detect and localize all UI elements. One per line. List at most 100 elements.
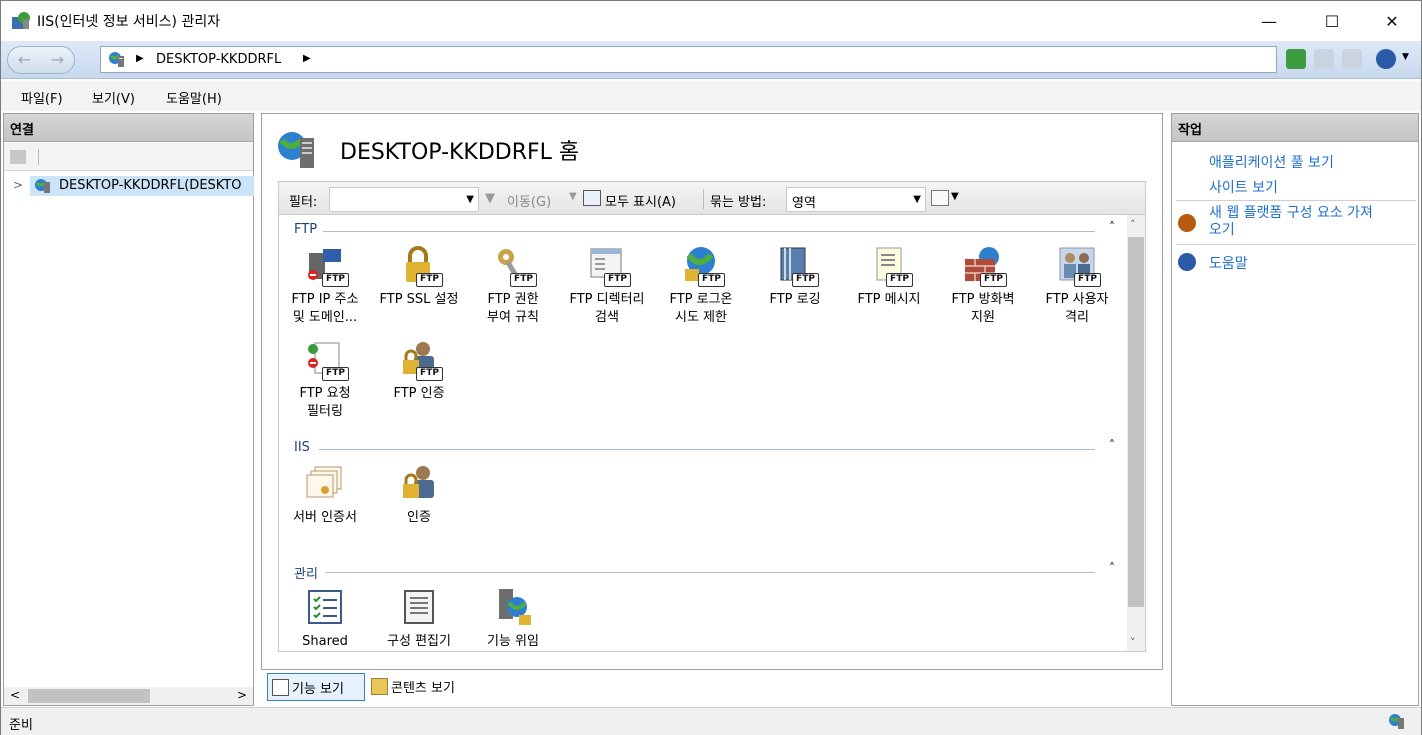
feature-authentication[interactable]: 인증 — [373, 463, 465, 527]
feature-ftp-firewall-support[interactable]: FTP FTP 방화벽 지원 — [937, 245, 1029, 327]
filter-divider — [703, 189, 704, 209]
ftp-authentication-icon: FTP — [399, 339, 443, 381]
title-bar: IIS(인터넷 정보 서비스) 관리자 — ☐ ✕ — [1, 1, 1421, 41]
ftp-firewall-icon: FTP — [963, 245, 1007, 287]
help-link[interactable]: 도움말 — [1209, 253, 1248, 273]
forward-button[interactable]: → — [41, 47, 74, 73]
menu-help[interactable]: 도움말(H) — [166, 88, 222, 107]
feature-ftp-user-isolation[interactable]: FTP FTP 사용자 격리 — [1031, 245, 1123, 327]
feature-label: FTP 메시지 — [857, 292, 921, 307]
connections-panel: 연결 > DESKTOP-KKDDRFL(DESKTO < > — [3, 113, 254, 706]
feature-ftp-ssl-settings[interactable]: FTP FTP SSL 설정 — [373, 245, 465, 309]
filter-dropdown-icon[interactable]: ▼ — [466, 194, 474, 205]
tree-node-server[interactable]: > DESKTOP-KKDDRFL(DESKTO — [4, 176, 254, 196]
group-header-ftp[interactable]: FTP ˄ — [279, 220, 1127, 240]
scroll-right-arrow[interactable]: > — [237, 688, 247, 702]
home-icon[interactable] — [1342, 49, 1362, 69]
feature-ftp-authorization-rules[interactable]: FTP FTP 권한 부여 규칙 — [467, 245, 559, 327]
ftp-badge: FTP — [604, 273, 631, 287]
feature-configuration-editor[interactable]: 구성 편집기 — [373, 587, 465, 651]
scroll-down-arrow[interactable]: ˅ — [1130, 636, 1136, 649]
tab-features-view[interactable]: 기능 보기 — [267, 673, 365, 701]
menu-file[interactable]: 파일(F) — [21, 88, 63, 107]
feature-label: FTP 요청 필터링 — [299, 386, 351, 419]
ftp-badge: FTP — [1074, 273, 1101, 287]
view-sites-link[interactable]: 사이트 보기 — [1209, 177, 1278, 197]
feature-server-certificates[interactable]: 서버 인증서 — [279, 463, 371, 527]
group-header-management[interactable]: 관리 ˄ — [279, 561, 1127, 582]
feature-ftp-ip-domain[interactable]: FTP FTP IP 주소 및 도메인... — [279, 245, 371, 327]
tab-label: 콘텐츠 보기 — [391, 681, 455, 696]
hscroll-thumb[interactable] — [28, 689, 150, 703]
ftp-messages-icon: FTP — [869, 245, 913, 287]
go-dropdown-icon[interactable]: ▼ — [569, 191, 577, 202]
feature-label: FTP 로그온 시도 제한 — [669, 292, 733, 325]
feature-ftp-logging[interactable]: FTP FTP 로깅 — [749, 245, 841, 309]
feature-ftp-messages[interactable]: FTP FTP 메시지 — [843, 245, 935, 309]
go-button[interactable]: 이동(G) — [507, 191, 551, 210]
tree-expand-icon[interactable]: > — [13, 178, 23, 192]
show-all-button[interactable]: 모두 표시(A) — [605, 191, 676, 210]
maximize-button[interactable]: ☐ — [1309, 1, 1355, 41]
ftp-badge: FTP — [980, 273, 1007, 287]
content-view-icon — [371, 678, 388, 695]
group-header-iis[interactable]: IIS ˄ — [279, 438, 1127, 458]
feature-label: FTP 로깅 — [769, 292, 821, 307]
breadcrumb-arrow-2[interactable]: ▶ — [303, 53, 311, 64]
ftp-badge: FTP — [886, 273, 913, 287]
connections-header: 연결 — [4, 114, 253, 142]
connect-icon[interactable] — [10, 150, 26, 164]
toolbar-divider — [38, 149, 39, 165]
tab-label: 기능 보기 — [292, 682, 344, 697]
scroll-left-arrow[interactable]: < — [10, 688, 20, 702]
iis-app-icon — [12, 12, 30, 29]
configuration-editor-icon — [399, 587, 439, 627]
address-box[interactable]: ▶ DESKTOP-KKDDRFL ▶ — [100, 46, 1277, 73]
group-by-value: 영역 — [792, 196, 816, 211]
collapse-icon[interactable]: ˄ — [1109, 220, 1115, 234]
vscroll-thumb[interactable] — [1128, 237, 1144, 607]
feature-label: 서버 인증서 — [293, 510, 357, 525]
close-button[interactable]: ✕ — [1369, 1, 1415, 41]
status-bar: 준비 — [1, 707, 1421, 735]
connections-hscrollbar[interactable]: < > — [4, 687, 253, 705]
feature-label: 구성 편집기 — [387, 634, 451, 649]
tab-content-view[interactable]: 콘텐츠 보기 — [367, 673, 479, 701]
help-dropdown-icon[interactable]: ▼ — [1402, 52, 1409, 62]
group-by-select[interactable]: 영역 ▼ — [786, 187, 926, 212]
feature-ftp-logon-attempt-restrictions[interactable]: FTP FTP 로그온 시도 제한 — [655, 245, 747, 327]
status-text: 준비 — [9, 718, 33, 733]
window-title: IIS(인터넷 정보 서비스) 관리자 — [37, 14, 221, 30]
breadcrumb-server[interactable]: DESKTOP-KKDDRFL — [156, 52, 281, 67]
address-bar: ← → ▶ DESKTOP-KKDDRFL ▶ ▼ — [1, 41, 1421, 79]
filter-input[interactable]: ▼ — [329, 187, 479, 212]
features-view-icon — [272, 679, 289, 696]
ftp-badge: FTP — [698, 273, 725, 287]
view-application-pools-link[interactable]: 애플리케이션 풀 보기 — [1209, 152, 1334, 172]
minimize-button[interactable]: — — [1246, 1, 1292, 41]
feature-ftp-request-filtering[interactable]: FTP FTP 요청 필터링 — [279, 339, 371, 421]
help-icon[interactable] — [1376, 49, 1396, 69]
feature-label: FTP SSL 설정 — [379, 292, 459, 307]
get-web-platform-components-link[interactable]: 새 웹 플랫폼 구성 요소 가져 오기 — [1209, 205, 1373, 239]
view-mode-icon[interactable] — [931, 190, 949, 206]
group-by-dropdown-icon[interactable]: ▼ — [913, 194, 921, 205]
feature-delegation[interactable]: 기능 위임 — [467, 587, 559, 651]
feature-ftp-authentication[interactable]: FTP FTP 인증 — [373, 339, 465, 403]
refresh-icon[interactable] — [1286, 49, 1306, 69]
breadcrumb-arrow-1[interactable]: ▶ — [136, 53, 144, 64]
collapse-icon[interactable]: ˄ — [1109, 561, 1115, 575]
feature-shared-configuration[interactable]: Shared — [279, 587, 371, 651]
features-vscrollbar[interactable]: ˄ ˅ — [1127, 215, 1145, 651]
scroll-up-arrow[interactable]: ˄ — [1130, 218, 1136, 231]
view-mode-dropdown-icon[interactable]: ▼ — [951, 191, 959, 202]
ftp-badge: FTP — [322, 367, 349, 381]
server-node-label: DESKTOP-KKDDRFL(DESKTO — [59, 178, 242, 193]
collapse-icon[interactable]: ˄ — [1109, 438, 1115, 452]
back-button[interactable]: ← — [8, 47, 41, 73]
ftp-key-icon: FTP — [493, 245, 537, 287]
ftp-ip-domain-icon: FTP — [305, 245, 349, 287]
menu-view[interactable]: 보기(V) — [92, 88, 135, 107]
stop-icon[interactable] — [1314, 49, 1334, 69]
feature-ftp-directory-browsing[interactable]: FTP FTP 디렉터리 검색 — [561, 245, 653, 327]
